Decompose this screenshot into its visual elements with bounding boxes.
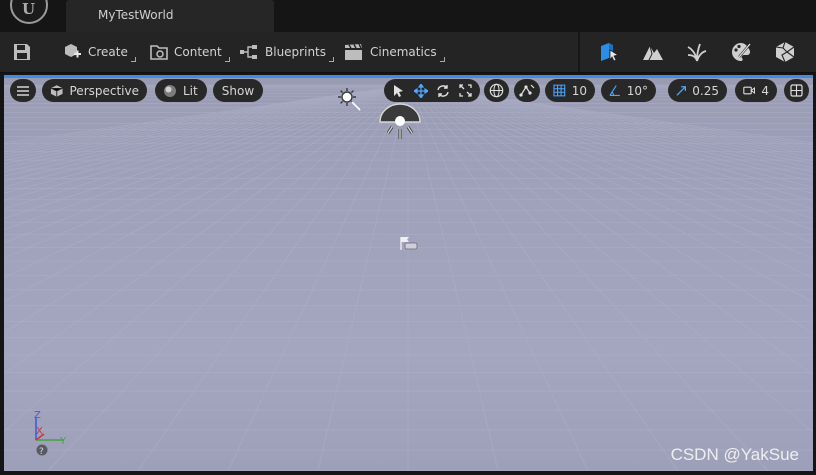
select-mode-button[interactable] [594,36,624,68]
camera-speed-dropdown[interactable]: 4 [735,79,777,102]
level-viewport[interactable]: Perspective Lit Show 10 10° 0.25 4 Z X Y… [4,75,813,471]
axis-x-label: X [36,426,43,437]
title-bar: U MyTestWorld [0,0,816,32]
translate-tool-button[interactable] [412,81,430,101]
coordinate-system-toggle[interactable] [484,79,509,102]
scale-snap-dropdown[interactable]: 0.25 [668,79,727,102]
surface-snapping-toggle[interactable] [514,79,540,102]
main-toolbar: Create Content Blueprints Cinematics [0,32,816,73]
foliage-mode-icon [687,43,707,62]
blueprints-icon [240,45,257,59]
viewport-layout-button[interactable] [784,79,809,102]
document-tab[interactable]: MyTestWorld [66,0,274,32]
fracture-mode-icon [775,41,795,63]
select-tool-button[interactable] [390,81,408,101]
landscape-mode-icon [643,45,663,61]
blueprints-dropdown-caret-icon [329,57,335,62]
lighting-mode-dropdown[interactable]: Lit [155,79,207,102]
cinematics-button[interactable]: Cinematics [344,32,445,72]
move-arrows-icon [414,83,428,98]
axis-gizmo: Z X Y ? [34,410,67,457]
clapperboard-icon [345,43,362,60]
lit-sphere-icon [164,84,176,97]
blueprints-label: Blueprints [265,45,327,59]
blueprints-button[interactable]: Blueprints [239,32,335,72]
player-start-icon[interactable] [399,235,419,251]
create-cube-icon [65,44,81,58]
surface-snap-icon [519,84,535,97]
view-mode-dropdown[interactable]: Perspective [42,79,147,102]
show-flags-dropdown[interactable]: Show [213,79,263,102]
mesh-paint-mode-button[interactable] [726,36,756,68]
cinematics-dropdown-caret-icon [439,57,445,62]
save-button[interactable] [12,32,32,72]
axis-y-label: Y [59,436,67,447]
perspective-cube-icon [50,84,63,97]
grid-snap-icon [553,84,566,97]
cinematics-label: Cinematics [370,45,437,59]
mesh-paint-mode-icon [732,43,751,61]
arrow-cursor-icon [394,84,403,97]
show-flags-label: Show [221,83,255,98]
help-question-icon[interactable]: ? [39,447,44,457]
grid-snap-value: 10 [571,83,587,98]
camera-icon [743,86,756,95]
directional-light-icon[interactable] [337,87,363,113]
document-tab-label: MyTestWorld [98,8,174,22]
create-button[interactable]: Create [62,32,136,72]
scale-icon [458,84,472,97]
axis-z-label: Z [34,410,41,421]
rotate-icon [437,84,449,97]
create-label: Create [88,45,128,59]
content-dropdown-caret-icon [224,57,230,62]
toolbar-separator [578,32,580,72]
camera-speed-value: 4 [761,83,769,98]
select-mode-icon [601,43,620,62]
scale-tool-button[interactable] [456,81,474,101]
rotate-tool-button[interactable] [434,81,452,101]
scale-snap-icon [676,85,687,96]
grid-snap-dropdown[interactable]: 10 [545,79,595,102]
foliage-mode-button[interactable] [682,36,712,68]
content-label: Content [174,45,222,59]
rotation-snap-dropdown[interactable]: 10° [601,79,656,102]
rotation-snap-value: 10° [626,83,648,98]
transform-tools-group [384,79,480,102]
landscape-mode-button[interactable] [638,36,668,68]
save-icon [14,44,30,60]
content-browser-icon [150,45,168,60]
world-globe-icon [489,83,504,98]
content-button[interactable]: Content [150,32,230,72]
scale-snap-value: 0.25 [692,83,719,98]
maximize-viewport-icon [790,84,803,97]
unreal-logo-icon[interactable]: U [10,0,48,24]
hamburger-menu-icon [17,85,29,96]
fracture-mode-button[interactable] [770,36,800,68]
angle-snap-icon [609,85,620,96]
viewport-options-menu[interactable] [10,79,36,102]
view-mode-label: Perspective [69,83,140,98]
watermark-text: CSDN @YakSue [670,445,799,464]
create-dropdown-caret-icon [130,57,136,62]
lighting-mode-label: Lit [183,83,198,98]
sky-light-icon[interactable] [378,102,422,142]
